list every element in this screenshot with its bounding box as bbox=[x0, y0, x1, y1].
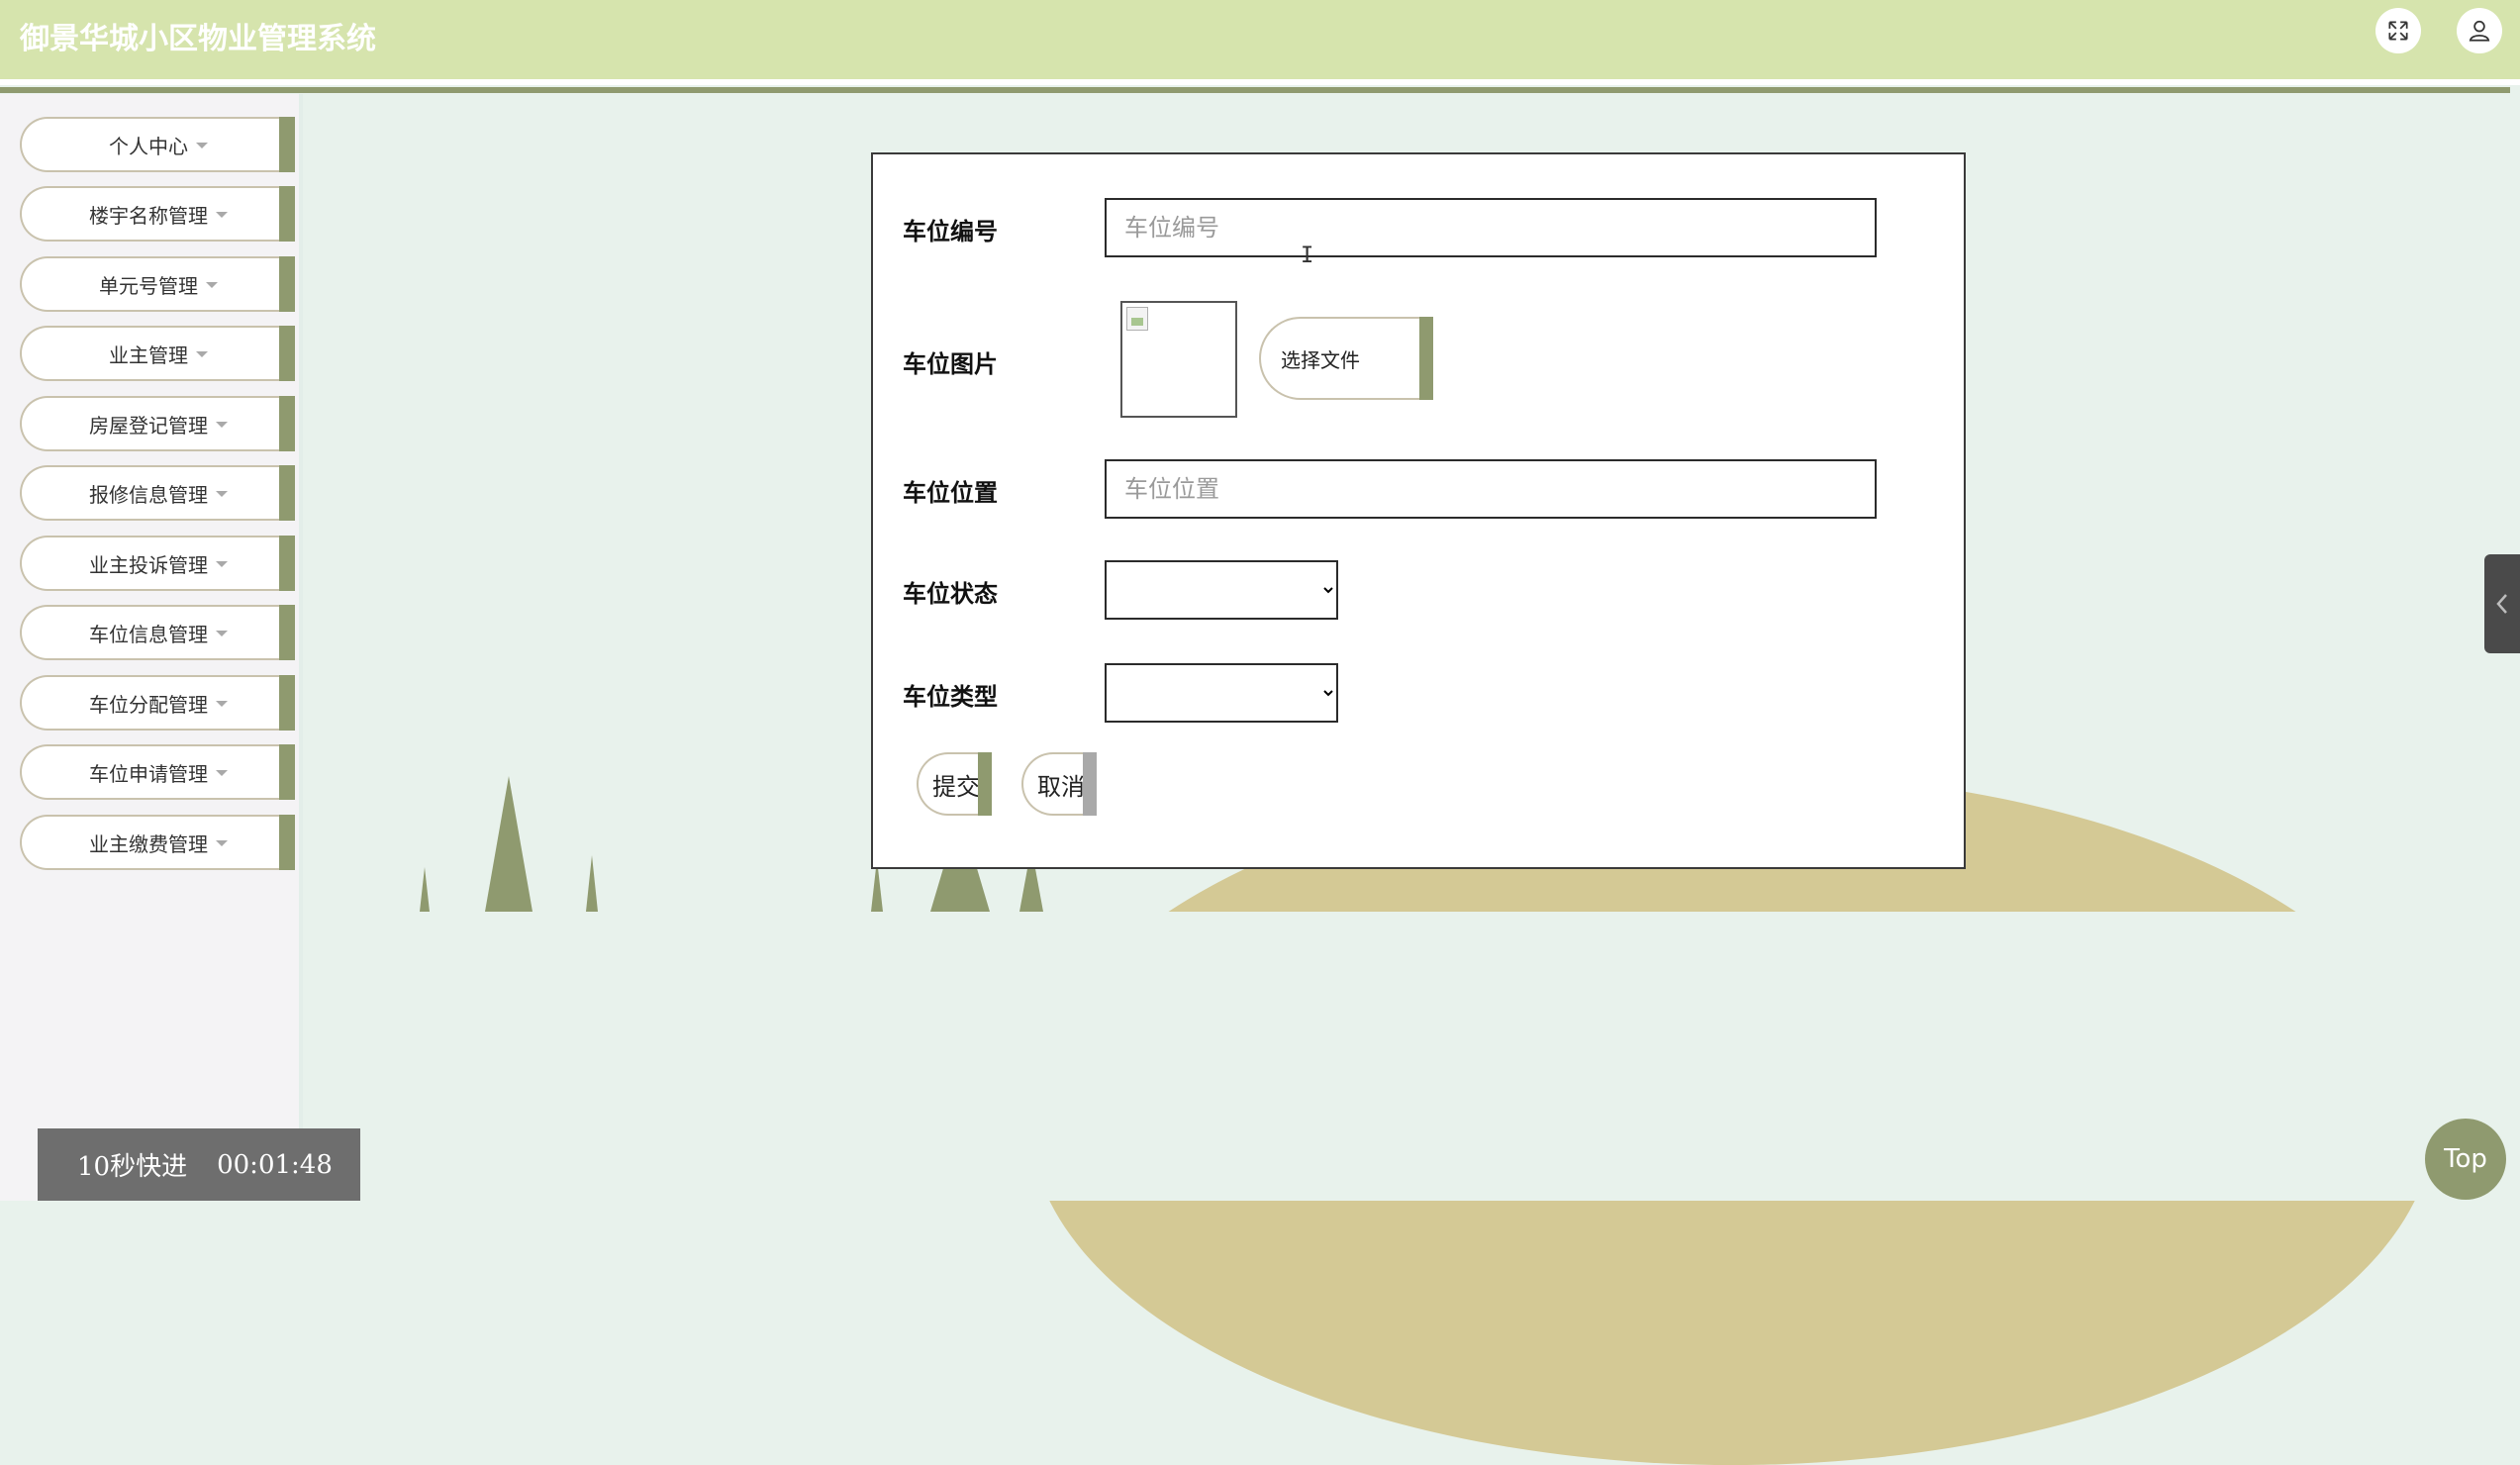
user-button[interactable] bbox=[2457, 8, 2502, 53]
caret-down-icon bbox=[196, 351, 208, 357]
sidebar-item-repair-info[interactable]: 报修信息管理 bbox=[20, 465, 295, 521]
parking-space-form: 车位编号 车位图片 选择文件 车位位置 车位状态 车位类型 提交 取消 bbox=[871, 152, 1966, 869]
caret-down-icon bbox=[216, 491, 228, 497]
caret-down-icon bbox=[216, 561, 228, 567]
header-accent-line bbox=[0, 87, 2510, 93]
caret-down-icon bbox=[206, 282, 218, 288]
user-icon bbox=[2469, 20, 2490, 42]
sidebar-item-label: 业主投诉管理 bbox=[89, 552, 208, 577]
background-tree bbox=[586, 855, 598, 912]
choose-file-button[interactable]: 选择文件 bbox=[1259, 317, 1433, 400]
space-type-select[interactable] bbox=[1105, 663, 1338, 723]
space-status-select[interactable] bbox=[1105, 560, 1338, 620]
chevron-left-icon bbox=[2496, 594, 2507, 614]
space-status-label: 车位状态 bbox=[903, 580, 998, 608]
sidebar-item-building-names[interactable]: 楼宇名称管理 bbox=[20, 186, 295, 242]
caret-down-icon bbox=[216, 840, 228, 846]
cancel-button[interactable]: 取消 bbox=[1021, 752, 1097, 816]
caret-down-icon bbox=[216, 770, 228, 776]
submit-button[interactable]: 提交 bbox=[917, 752, 992, 816]
background-ground bbox=[303, 912, 2520, 1201]
caret-down-icon bbox=[216, 701, 228, 707]
sidebar: 个人中心 楼宇名称管理 单元号管理 业主管理 房屋登记管理 报修信息管理 业主投… bbox=[0, 94, 303, 1201]
sidebar-item-label: 个人中心 bbox=[109, 134, 188, 158]
caret-down-icon bbox=[196, 143, 208, 148]
sidebar-item-owner-complaints[interactable]: 业主投诉管理 bbox=[20, 536, 295, 591]
sidebar-item-label: 业主管理 bbox=[109, 342, 188, 367]
sidebar-item-housing-registration[interactable]: 房屋登记管理 bbox=[20, 396, 295, 451]
fast-forward-button[interactable]: 10秒快进 bbox=[77, 1146, 187, 1183]
sidebar-item-parking-info[interactable]: 车位信息管理 bbox=[20, 605, 295, 660]
sidebar-item-parking-application[interactable]: 车位申请管理 bbox=[20, 744, 295, 800]
side-panel-toggle[interactable] bbox=[2484, 554, 2520, 653]
space-no-input[interactable] bbox=[1105, 198, 1877, 257]
sidebar-item-parking-allocation[interactable]: 车位分配管理 bbox=[20, 675, 295, 731]
caret-down-icon bbox=[216, 422, 228, 428]
sidebar-item-label: 报修信息管理 bbox=[89, 482, 208, 507]
caret-down-icon bbox=[216, 212, 228, 218]
sidebar-item-label: 单元号管理 bbox=[99, 273, 198, 298]
space-type-label: 车位类型 bbox=[903, 683, 998, 711]
caret-down-icon bbox=[216, 631, 228, 636]
header-divider bbox=[0, 79, 2520, 85]
expand-icon bbox=[2388, 21, 2408, 41]
sidebar-item-unit-numbers[interactable]: 单元号管理 bbox=[20, 256, 295, 312]
sidebar-item-label: 房屋登记管理 bbox=[89, 413, 208, 438]
playback-timer-bar: 10秒快进 00:01:48 bbox=[38, 1128, 360, 1201]
space-image-label: 车位图片 bbox=[903, 350, 998, 378]
background-tree bbox=[420, 867, 430, 912]
sidebar-item-owners[interactable]: 业主管理 bbox=[20, 326, 295, 381]
sidebar-item-personal-center[interactable]: 个人中心 bbox=[20, 117, 295, 172]
space-no-label: 车位编号 bbox=[903, 218, 998, 245]
sidebar-item-label: 楼宇名称管理 bbox=[89, 203, 208, 228]
space-location-label: 车位位置 bbox=[903, 479, 998, 507]
sidebar-item-owner-payments[interactable]: 业主缴费管理 bbox=[20, 815, 295, 870]
broken-image-icon bbox=[1126, 307, 1148, 331]
elapsed-time: 00:01:48 bbox=[217, 1149, 333, 1180]
sidebar-item-label: 车位分配管理 bbox=[89, 692, 208, 717]
fullscreen-button[interactable] bbox=[2375, 8, 2421, 53]
space-location-input[interactable] bbox=[1105, 459, 1877, 519]
image-preview bbox=[1120, 301, 1237, 418]
sidebar-item-label: 车位申请管理 bbox=[89, 761, 208, 786]
sidebar-item-label: 车位信息管理 bbox=[89, 622, 208, 646]
back-to-top-button[interactable]: Top bbox=[2425, 1119, 2506, 1200]
top-header: 御景华城小区物业管理系统 bbox=[0, 0, 2520, 79]
background-tree bbox=[485, 776, 533, 912]
text-cursor-icon: I bbox=[1301, 244, 1314, 268]
app-title: 御景华城小区物业管理系统 bbox=[20, 22, 376, 56]
sidebar-item-label: 业主缴费管理 bbox=[89, 831, 208, 856]
